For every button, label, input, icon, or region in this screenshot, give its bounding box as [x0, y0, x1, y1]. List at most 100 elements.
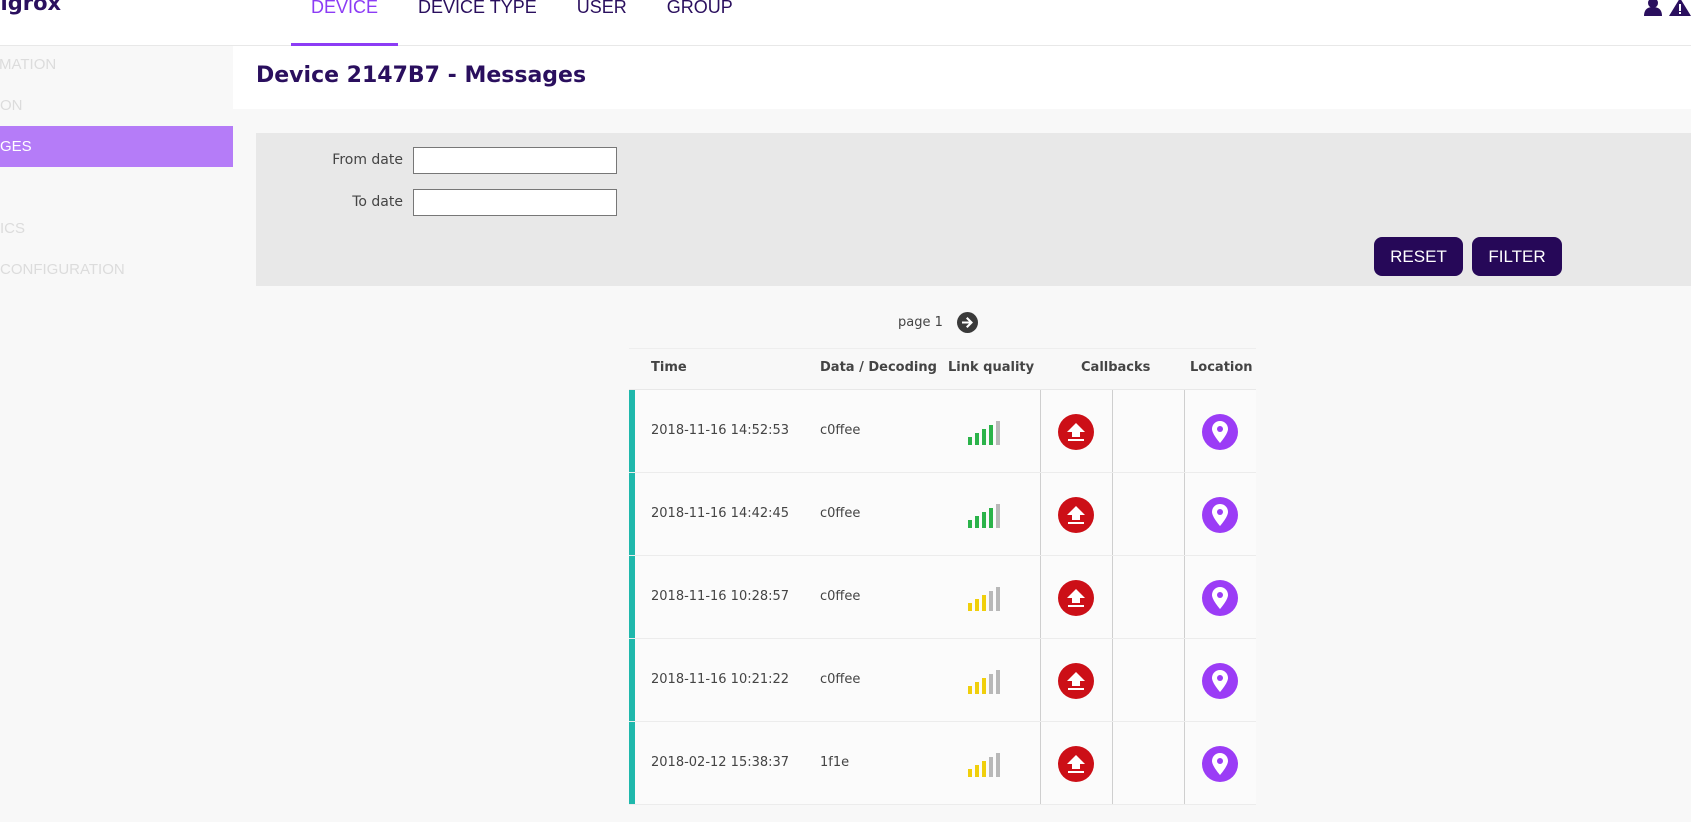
- signal-bar: [996, 587, 1000, 611]
- table-row: 2018-11-16 14:42:45 c0ffee: [629, 473, 1256, 556]
- table-body: 2018-11-16 14:52:53 c0ffee 2018-11-16 14…: [629, 390, 1256, 805]
- main-nav: DEVICE DEVICE TYPE USER GROUP: [291, 0, 753, 46]
- warning-icon[interactable]: [1669, 0, 1691, 16]
- signal-bar: [982, 512, 986, 528]
- row-status-bar: [629, 722, 635, 804]
- signal-bar: [975, 765, 979, 777]
- column-divider: [1112, 556, 1113, 638]
- link-quality-icon: [968, 587, 1000, 611]
- header-data: Data / Decoding: [820, 360, 937, 375]
- map-pin-icon[interactable]: [1202, 663, 1238, 699]
- title-bar: Device 2147B7 - Messages: [233, 46, 1691, 109]
- from-date-label: From date: [332, 152, 403, 168]
- column-divider: [1040, 556, 1041, 638]
- header-time[interactable]: Time: [651, 360, 687, 375]
- signal-bar: [996, 421, 1000, 445]
- callback-upload-icon[interactable]: [1058, 414, 1094, 450]
- to-date-label: To date: [352, 194, 403, 210]
- page-title: Device 2147B7 - Messages: [256, 63, 587, 88]
- column-divider: [1040, 639, 1041, 721]
- sidebar-item-messages[interactable]: GES: [0, 126, 233, 167]
- table-row: 2018-11-16 10:28:57 c0ffee: [629, 556, 1256, 639]
- signal-bar: [975, 516, 979, 528]
- callback-upload-icon[interactable]: [1058, 497, 1094, 533]
- row-data[interactable]: 1f1e: [820, 755, 849, 770]
- user-icon[interactable]: [1643, 0, 1663, 16]
- column-divider: [1184, 556, 1185, 638]
- row-status-bar: [629, 390, 635, 472]
- signal-bar: [975, 433, 979, 445]
- signal-bar: [996, 670, 1000, 694]
- sidebar-item-configuration[interactable]: CONFIGURATION: [0, 249, 233, 290]
- filter-panel: From date To date RESET FILTER: [256, 133, 1691, 286]
- table-header: Time Data / Decoding Link quality Callba…: [629, 348, 1256, 390]
- table-row: 2018-02-12 15:38:37 1f1e: [629, 722, 1256, 805]
- header-callbacks: Callbacks: [1081, 360, 1151, 375]
- row-time: 2018-11-16 14:42:45: [651, 506, 790, 521]
- signal-bar: [989, 757, 993, 777]
- table-row: 2018-11-16 10:21:22 c0ffee: [629, 639, 1256, 722]
- link-quality-icon: [968, 753, 1000, 777]
- signal-bar: [968, 520, 972, 528]
- page-label: page 1: [898, 315, 943, 330]
- column-divider: [1184, 722, 1185, 804]
- reset-button[interactable]: RESET: [1374, 237, 1463, 276]
- sidebar: MATION ON GES ICS CONFIGURATION: [0, 46, 233, 822]
- from-date-input[interactable]: [413, 147, 617, 174]
- row-data[interactable]: c0ffee: [820, 672, 860, 687]
- row-data[interactable]: c0ffee: [820, 423, 860, 438]
- map-pin-icon[interactable]: [1202, 497, 1238, 533]
- sidebar-item-information[interactable]: MATION: [0, 44, 233, 85]
- column-divider: [1112, 722, 1113, 804]
- column-divider: [1184, 473, 1185, 555]
- signal-bar: [989, 674, 993, 694]
- column-divider: [1040, 390, 1041, 472]
- signal-bar: [982, 678, 986, 694]
- messages-table: Time Data / Decoding Link quality Callba…: [629, 348, 1256, 805]
- top-bar: sigrox DEVICE DEVICE TYPE USER GROUP: [0, 0, 1691, 46]
- map-pin-icon[interactable]: [1202, 414, 1238, 450]
- header-location: Location: [1190, 360, 1253, 375]
- signal-bar: [982, 429, 986, 445]
- row-time: 2018-02-12 15:38:37: [651, 755, 790, 770]
- signal-bar: [989, 591, 993, 611]
- map-pin-icon[interactable]: [1202, 580, 1238, 616]
- column-divider: [1040, 722, 1041, 804]
- signal-bar: [982, 595, 986, 611]
- signal-bar: [989, 425, 993, 445]
- signal-bar: [975, 682, 979, 694]
- header-link-quality: Link quality: [948, 360, 1035, 375]
- callback-upload-icon[interactable]: [1058, 746, 1094, 782]
- row-status-bar: [629, 639, 635, 721]
- column-divider: [1112, 639, 1113, 721]
- nav-user[interactable]: USER: [557, 0, 647, 45]
- sidebar-item-statistics[interactable]: ICS: [0, 208, 233, 249]
- signal-bar: [968, 603, 972, 611]
- to-date-input[interactable]: [413, 189, 617, 216]
- signal-bar: [982, 761, 986, 777]
- top-icons: [1643, 0, 1691, 16]
- row-data[interactable]: c0ffee: [820, 506, 860, 521]
- nav-device[interactable]: DEVICE: [291, 0, 399, 46]
- row-status-bar: [629, 556, 635, 638]
- link-quality-icon: [968, 670, 1000, 694]
- next-page-icon[interactable]: [956, 312, 978, 333]
- link-quality-icon: [968, 421, 1000, 445]
- row-status-bar: [629, 473, 635, 555]
- callback-upload-icon[interactable]: [1058, 663, 1094, 699]
- pager: page 1: [898, 312, 978, 333]
- row-data[interactable]: c0ffee: [820, 589, 860, 604]
- table-row: 2018-11-16 14:52:53 c0ffee: [629, 390, 1256, 473]
- column-divider: [1112, 473, 1113, 555]
- filter-button[interactable]: FILTER: [1472, 237, 1562, 276]
- column-divider: [1040, 473, 1041, 555]
- nav-group[interactable]: GROUP: [647, 0, 753, 45]
- sidebar-item-location[interactable]: ON: [0, 85, 233, 126]
- sidebar-item-events[interactable]: [0, 167, 233, 208]
- map-pin-icon[interactable]: [1202, 746, 1238, 782]
- nav-device-type[interactable]: DEVICE TYPE: [398, 0, 557, 45]
- signal-bar: [996, 753, 1000, 777]
- callback-upload-icon[interactable]: [1058, 580, 1094, 616]
- brand-logo[interactable]: sigrox: [0, 0, 61, 15]
- signal-bar: [996, 504, 1000, 528]
